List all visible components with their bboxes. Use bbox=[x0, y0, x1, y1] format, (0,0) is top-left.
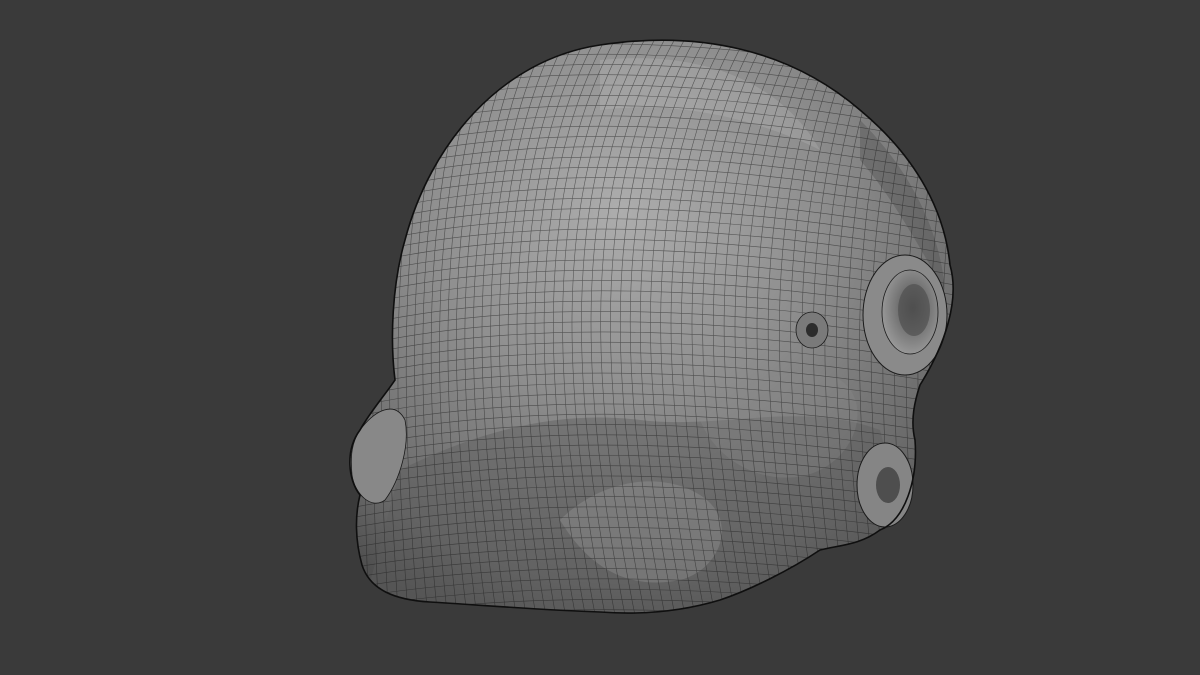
ear-ring bbox=[862, 254, 948, 376]
viewport-canvas[interactable] bbox=[0, 0, 1200, 675]
3d-viewport[interactable] bbox=[0, 0, 1200, 675]
lower-lobe bbox=[856, 442, 914, 528]
ear-pit bbox=[795, 311, 829, 349]
